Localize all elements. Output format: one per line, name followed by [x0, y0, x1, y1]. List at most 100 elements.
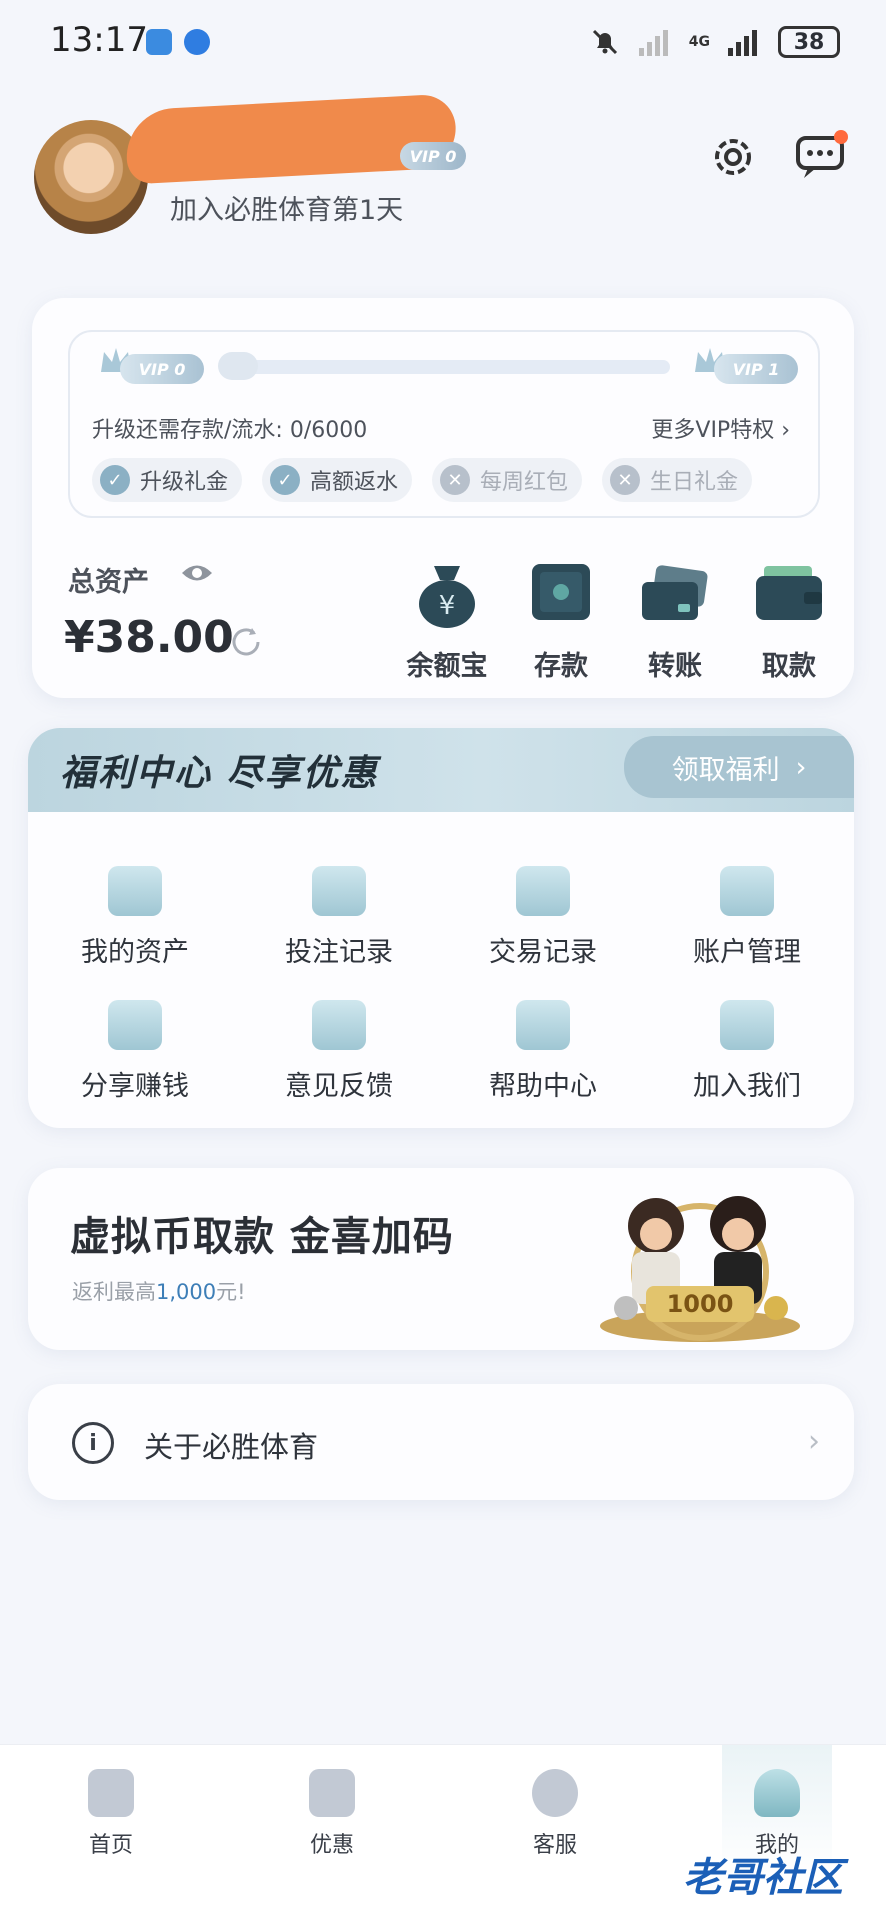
menu-help-center[interactable]: 帮助中心	[468, 1000, 618, 1103]
chevron-right-icon: ›	[795, 751, 807, 783]
check-icon: ✓	[100, 465, 130, 495]
settings-gear-icon[interactable]	[706, 132, 760, 182]
nav-support[interactable]: 客服	[500, 1769, 610, 1859]
check-icon: ✓	[270, 465, 301, 495]
account-icon	[720, 866, 774, 916]
perk-label: 每周红包	[480, 470, 569, 495]
action-label: 存款	[534, 651, 588, 682]
support-icon	[532, 1769, 578, 1817]
watermark-logo: 老哥社区	[683, 1855, 843, 1901]
perk-label: 升级礼金	[140, 470, 229, 495]
claim-welfare-button[interactable]: 领取福利 ›	[624, 736, 854, 798]
info-icon: i	[72, 1422, 114, 1464]
mute-bell-icon	[592, 29, 617, 55]
nav-home[interactable]: 首页	[56, 1769, 166, 1859]
menu-bet-records[interactable]: 投注记录	[264, 866, 414, 969]
signal-strength-icon	[728, 30, 757, 56]
action-label: 取款	[762, 651, 816, 682]
yuebao-button[interactable]: ¥ 余额宝	[392, 558, 502, 683]
promo-subtitle-suffix: 元!	[216, 1280, 246, 1304]
money-bag-icon: ¥	[419, 566, 475, 628]
nav-label: 首页	[88, 1833, 133, 1858]
home-icon	[88, 1769, 134, 1817]
menu-join-us[interactable]: 加入我们	[672, 1000, 822, 1103]
vip-next-badge: VIP 1	[714, 354, 798, 384]
vip-level-tag: VIP 0	[400, 142, 466, 170]
promo-illustration: 1000	[600, 1196, 800, 1342]
transaction-icon	[516, 866, 570, 916]
claim-welfare-label: 领取福利	[671, 754, 780, 786]
profile-icon	[754, 1769, 800, 1817]
message-notification-icon	[184, 29, 210, 55]
app-notification-icon	[146, 29, 172, 55]
perk-chip: ✕ 生日礼金	[602, 458, 753, 502]
action-label: 转账	[648, 651, 702, 682]
menu-label: 账户管理	[693, 937, 801, 968]
promo-subtitle: 返利最高1,000元!	[72, 1276, 246, 1306]
eye-icon[interactable]	[180, 562, 214, 584]
menu-transaction-records[interactable]: 交易记录	[468, 866, 618, 969]
perk-chip: ✕ 每周红包	[432, 458, 583, 502]
promo-amount: 1,000	[156, 1280, 217, 1304]
username-redaction	[124, 93, 458, 185]
refresh-icon[interactable]	[228, 624, 264, 660]
perk-label: 高额返水	[310, 470, 399, 495]
unread-dot	[834, 130, 848, 144]
signal-icon	[638, 30, 668, 56]
promo-subtitle-prefix: 返利最高	[72, 1280, 156, 1304]
nav-promotions[interactable]: 优惠	[277, 1769, 387, 1859]
menu-feedback[interactable]: 意见反馈	[264, 1000, 414, 1103]
join-days-text: 加入必胜体育第1天	[170, 195, 404, 226]
perk-label: 生日礼金	[650, 470, 739, 495]
vip-perks: ✓ 升级礼金 ✓ 高额返水 ✕ 每周红包 ✕ 生日礼金	[92, 458, 753, 502]
menu-label: 分享赚钱	[81, 1071, 189, 1102]
chevron-right-icon: ›	[808, 1424, 820, 1459]
upgrade-requirement: 升级还需存款/流水: 0/6000	[92, 418, 368, 443]
promo-icon	[309, 1769, 355, 1817]
wallet-icon	[108, 866, 162, 916]
status-indicators: 4G 38	[589, 24, 840, 60]
nav-label: 客服	[532, 1833, 577, 1858]
bet-record-icon	[312, 866, 366, 916]
battery-indicator: 38	[778, 26, 840, 58]
network-type: 4G	[688, 34, 710, 50]
total-assets-value: ¥38.00	[64, 612, 234, 663]
perk-chip: ✓ 高额返水	[262, 458, 413, 502]
total-assets-label: 总资产	[68, 567, 149, 598]
menu-label: 加入我们	[693, 1071, 801, 1102]
promo-title: 虚拟币取款 金喜加码	[70, 1214, 454, 1260]
vip-panel: VIP 0 VIP 1 升级还需存款/流水: 0/6000 更多VIP特权 › …	[68, 330, 820, 518]
promo-art-number: 1000	[667, 1290, 734, 1318]
share-money-icon	[108, 1000, 162, 1050]
status-bar: 13:17 4G 38	[0, 0, 886, 84]
menu-label: 我的资产	[81, 937, 189, 968]
welfare-center-card: 福利中心 尽享优惠 领取福利 › 我的资产 投注记录 交易记录 账户管理 分享赚…	[28, 728, 854, 1128]
cross-icon: ✕	[610, 465, 641, 495]
withdraw-button[interactable]: 取款	[734, 558, 844, 683]
cards-icon	[642, 565, 708, 620]
feedback-icon	[312, 1000, 366, 1050]
menu-label: 帮助中心	[489, 1071, 597, 1102]
menu-my-assets[interactable]: 我的资产	[60, 866, 210, 969]
transfer-button[interactable]: 转账	[620, 558, 730, 683]
menu-label: 意见反馈	[285, 1071, 393, 1102]
svg-text:¥: ¥	[439, 591, 456, 621]
about-row[interactable]: i 关于必胜体育 ›	[28, 1384, 854, 1500]
action-label: 余额宝	[406, 651, 488, 682]
safe-icon	[532, 564, 590, 620]
join-icon	[720, 1000, 774, 1050]
about-label: 关于必胜体育	[144, 1430, 319, 1464]
nav-label: 优惠	[309, 1833, 354, 1858]
welfare-title: 福利中心 尽享优惠	[60, 753, 379, 794]
menu-label: 交易记录	[489, 937, 597, 968]
perk-chip: ✓ 升级礼金	[92, 458, 243, 502]
deposit-button[interactable]: 存款	[506, 558, 616, 683]
vip-progress-track	[222, 360, 670, 374]
vip-current-badge: VIP 0	[120, 354, 204, 384]
menu-share-earn[interactable]: 分享赚钱	[60, 1000, 210, 1103]
help-icon	[516, 1000, 570, 1050]
promo-banner[interactable]: 虚拟币取款 金喜加码 返利最高1,000元! 1000	[28, 1168, 854, 1350]
menu-account-management[interactable]: 账户管理	[672, 866, 822, 969]
wallet-icon	[756, 566, 822, 620]
more-vip-link[interactable]: 更多VIP特权 ›	[651, 412, 790, 444]
